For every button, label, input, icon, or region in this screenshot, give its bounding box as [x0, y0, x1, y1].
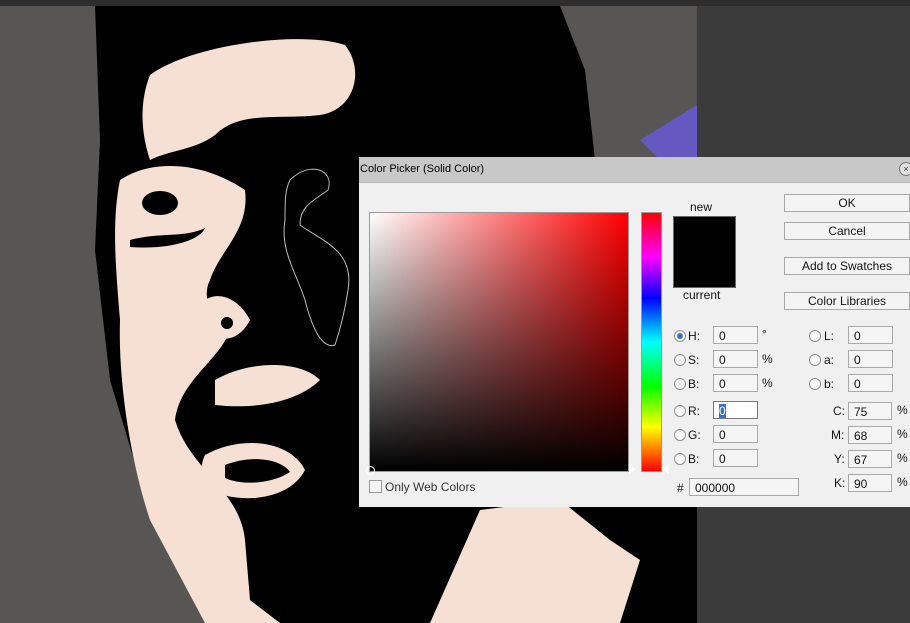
color-picker-dialog: Color Picker (Solid Color) × new current… — [359, 157, 910, 507]
hue-slider-handle-left-icon[interactable] — [629, 464, 636, 474]
cancel-button[interactable]: Cancel — [784, 222, 910, 240]
l-radio[interactable] — [809, 330, 821, 342]
s-field[interactable]: 0 — [713, 350, 758, 368]
y-label: Y: — [834, 452, 845, 466]
hue-slider[interactable] — [641, 212, 662, 472]
l-label: L: — [824, 329, 835, 343]
g-radio[interactable] — [674, 429, 686, 441]
a-field[interactable]: 0 — [848, 350, 893, 368]
add-to-swatches-button[interactable]: Add to Swatches — [784, 257, 910, 275]
color-libraries-button[interactable]: Color Libraries — [784, 292, 910, 310]
b-label: B: — [688, 377, 700, 391]
b-field[interactable]: 0 — [713, 374, 758, 392]
g-field[interactable]: 0 — [713, 425, 758, 443]
saturation-brightness-field[interactable] — [366, 212, 629, 475]
m-label: M: — [831, 428, 845, 442]
m-field[interactable]: 68 — [848, 426, 892, 444]
m-unit: % — [897, 427, 908, 441]
h-label: H: — [688, 329, 700, 343]
lab-b-radio[interactable] — [809, 378, 821, 390]
lab-b-label: b: — [824, 377, 835, 391]
rgb-b-radio[interactable] — [674, 453, 686, 465]
r-radio[interactable] — [674, 405, 686, 417]
s-label: S: — [688, 353, 700, 367]
c-unit: % — [897, 403, 908, 417]
hex-label: # — [677, 481, 684, 495]
field-marker[interactable] — [366, 466, 375, 475]
c-field[interactable]: 75 — [848, 402, 892, 420]
lab-b-field[interactable]: 0 — [848, 374, 893, 392]
h-radio[interactable] — [674, 330, 686, 342]
r-label: R: — [688, 404, 700, 418]
y-unit: % — [897, 451, 908, 465]
hue-slider-handle-right-icon[interactable] — [662, 464, 669, 474]
k-field[interactable]: 90 — [848, 474, 892, 492]
only-web-colors-label: Only Web Colors — [385, 480, 476, 494]
s-unit: % — [762, 352, 773, 366]
r-field[interactable]: 0 — [713, 401, 758, 419]
only-web-colors-checkbox[interactable] — [369, 480, 382, 493]
new-current-color-swatch[interactable] — [673, 216, 736, 288]
b-unit: % — [762, 376, 773, 390]
r-field-value: 0 — [719, 404, 726, 418]
l-field[interactable]: 0 — [848, 326, 893, 344]
dialog-titlebar[interactable]: Color Picker (Solid Color) × — [359, 157, 910, 183]
rgb-b-field[interactable]: 0 — [713, 449, 758, 467]
k-unit: % — [897, 475, 908, 489]
h-unit: ° — [762, 327, 767, 341]
c-label: C: — [833, 404, 845, 418]
b-radio[interactable] — [674, 378, 686, 390]
rgb-b-label: B: — [688, 452, 700, 466]
close-icon[interactable]: × — [899, 162, 910, 176]
g-label: G: — [688, 428, 701, 442]
current-label: current — [683, 288, 721, 302]
dialog-title: Color Picker (Solid Color) — [360, 163, 485, 175]
a-label: a: — [824, 353, 835, 367]
hex-field[interactable]: 000000 — [689, 478, 799, 496]
y-field[interactable]: 67 — [848, 450, 892, 468]
s-radio[interactable] — [674, 354, 686, 366]
k-label: K: — [834, 476, 846, 490]
a-radio[interactable] — [809, 354, 821, 366]
new-label: new — [690, 200, 713, 214]
h-field[interactable]: 0 — [713, 326, 758, 344]
ok-button[interactable]: OK — [784, 194, 910, 212]
